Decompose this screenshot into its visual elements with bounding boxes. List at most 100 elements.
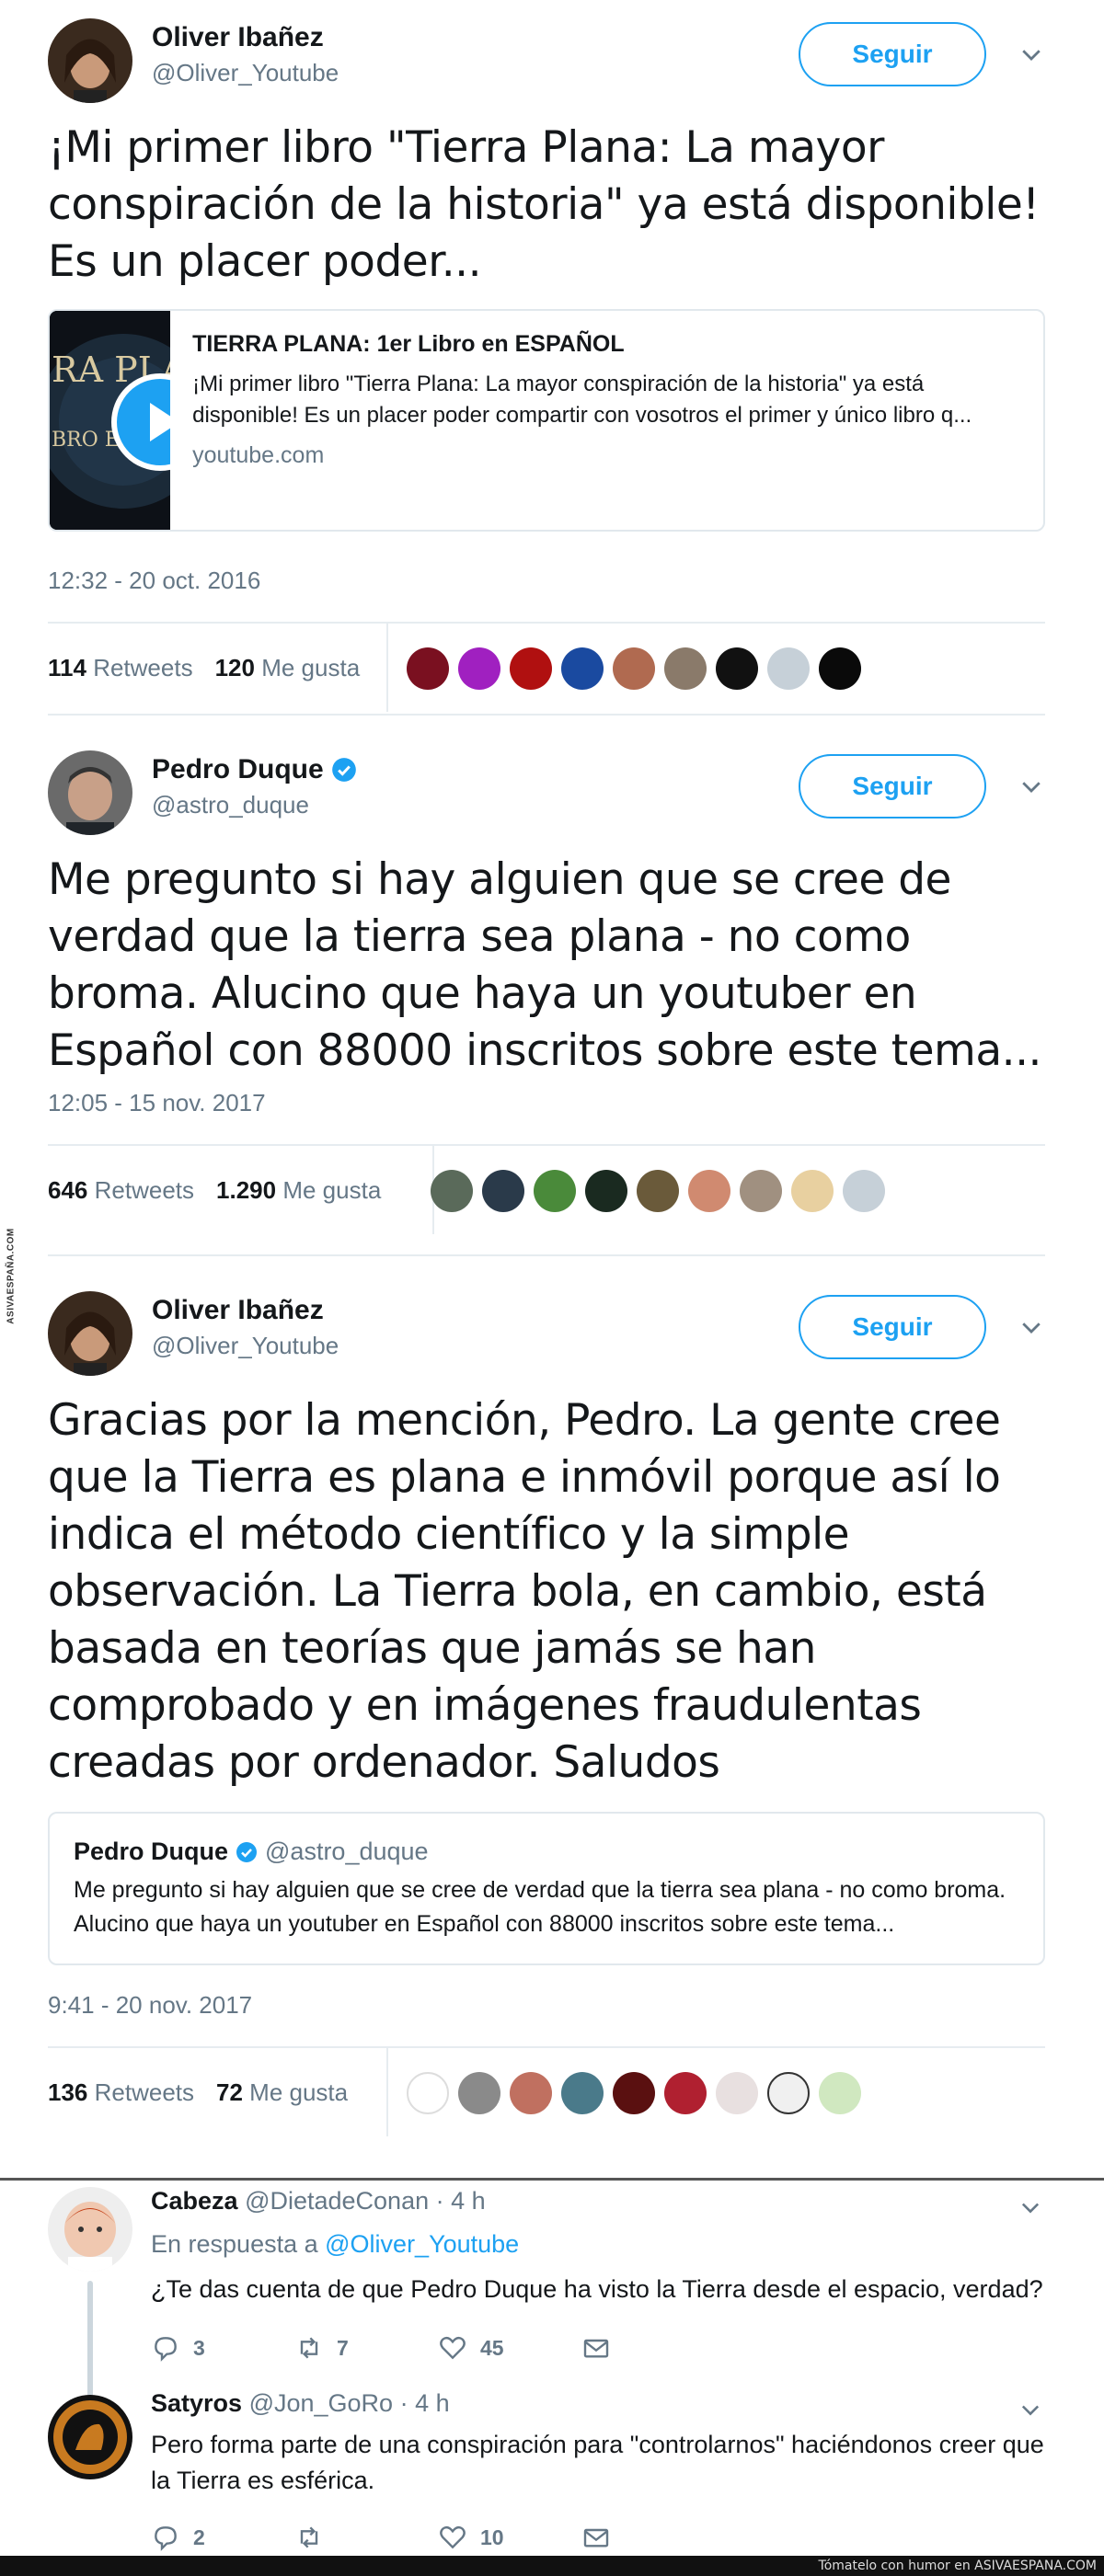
avatar[interactable] xyxy=(716,647,758,690)
avatar[interactable] xyxy=(767,647,810,690)
chevron-down-icon[interactable] xyxy=(1018,2397,1043,2422)
avatar[interactable] xyxy=(407,647,449,690)
retweet-icon xyxy=(300,2526,318,2548)
card-title: TIERRA PLANA: 1er Libro en ESPAÑOL xyxy=(192,331,625,357)
envelope-icon xyxy=(583,2339,609,2358)
avatar[interactable] xyxy=(819,647,861,690)
avatar[interactable] xyxy=(561,2072,604,2114)
avatar[interactable] xyxy=(585,1170,627,1212)
author-handle[interactable]: @astro_duque xyxy=(152,791,357,819)
avatar[interactable] xyxy=(688,1170,730,1212)
tweet-text: Me pregunto si hay alguien que se cree d… xyxy=(48,854,1041,1076)
reply-author-handle[interactable]: @Jon_GoRo xyxy=(249,2389,394,2417)
quoted-tweet[interactable]: Pedro Duque @astro_duque Me pregunto si … xyxy=(48,1812,1045,1965)
reply-author-handle[interactable]: @DietadeConan xyxy=(245,2187,429,2215)
retweet-button[interactable]: 7 xyxy=(294,2333,438,2363)
liker-avatars xyxy=(407,2072,861,2114)
chevron-down-icon[interactable] xyxy=(1018,40,1045,68)
like-count[interactable]: 1.290 Me gusta xyxy=(216,1176,381,1205)
avatar[interactable] xyxy=(843,1170,885,1212)
like-count[interactable]: 120 Me gusta xyxy=(215,654,361,682)
avatar[interactable] xyxy=(510,2072,552,2114)
avatar[interactable] xyxy=(664,647,707,690)
message-button[interactable] xyxy=(581,2333,725,2363)
author-name[interactable]: Pedro Duque xyxy=(152,754,357,785)
reply-author-name[interactable]: Cabeza xyxy=(151,2187,238,2215)
retweet-count[interactable]: 136 Retweets xyxy=(48,2078,194,2107)
chevron-down-icon[interactable] xyxy=(1018,773,1045,800)
retweet-count[interactable]: 646 Retweets xyxy=(48,1176,194,1205)
tweet-text: Gracias por la mención, Pedro. La gente … xyxy=(48,1395,1001,1788)
retweet-button[interactable] xyxy=(294,2523,438,2552)
like-button[interactable]: 10 xyxy=(438,2523,581,2552)
avatar[interactable] xyxy=(48,2187,132,2272)
avatar[interactable] xyxy=(791,1170,834,1212)
stats-row: 646 Retweets 1.290 Me gusta xyxy=(48,1146,1045,1234)
quote-author-handle: @astro_duque xyxy=(265,1838,429,1865)
reply-text: Pero forma parte de una conspiración par… xyxy=(151,2431,1044,2494)
avatar[interactable] xyxy=(561,647,604,690)
avatar[interactable] xyxy=(534,1170,576,1212)
reply-time[interactable]: · 4 h xyxy=(436,2187,486,2215)
author-handle[interactable]: @Oliver_Youtube xyxy=(152,1332,339,1360)
like-count[interactable]: 72 Me gusta xyxy=(216,2078,348,2107)
avatar[interactable] xyxy=(716,2072,758,2114)
reply-button[interactable]: 2 xyxy=(151,2523,294,2552)
avatar[interactable] xyxy=(48,750,132,835)
reply-button[interactable]: 3 xyxy=(151,2333,294,2363)
reply-text: ¿Te das cuenta de que Pedro Duque ha vis… xyxy=(151,2275,1043,2303)
avatar[interactable] xyxy=(48,2395,132,2479)
avatar[interactable] xyxy=(431,1170,473,1212)
chevron-down-icon[interactable] xyxy=(1018,2194,1043,2220)
avatar[interactable] xyxy=(740,1170,782,1212)
reply-icon xyxy=(155,2337,177,2362)
timestamp[interactable]: 12:05 - 15 nov. 2017 xyxy=(48,1089,1045,1124)
tweet-text: ¡Mi primer libro "Tierra Plana: La mayor… xyxy=(48,122,1040,287)
avatar[interactable] xyxy=(510,647,552,690)
link-card[interactable]: RA PLANA BRO EN E TIERRA PLANA: 1er Libr… xyxy=(48,309,1045,532)
reply-to-link[interactable]: @Oliver_Youtube xyxy=(325,2230,519,2258)
tweet-3: Oliver Ibañez @Oliver_Youtube Seguir Gra… xyxy=(48,1291,1045,2136)
avatar[interactable] xyxy=(458,647,500,690)
avatar[interactable] xyxy=(637,1170,679,1212)
action-bar: 3 7 45 xyxy=(151,2330,1045,2366)
card-domain: youtube.com xyxy=(192,442,325,468)
stats-row: 136 Retweets 72 Me gusta xyxy=(48,2048,1045,2136)
follow-button[interactable]: Seguir xyxy=(799,22,986,86)
video-thumbnail[interactable]: RA PLANA BRO EN E xyxy=(50,311,171,530)
heart-icon xyxy=(440,2525,466,2549)
chevron-down-icon[interactable] xyxy=(1018,1313,1045,1341)
author-name[interactable]: Oliver Ibañez xyxy=(152,1295,339,1326)
envelope-icon xyxy=(583,2528,609,2547)
author-name[interactable]: Oliver Ibañez xyxy=(152,22,339,53)
follow-button[interactable]: Seguir xyxy=(799,1295,986,1359)
card-description: ¡Mi primer libro "Tierra Plana: La mayor… xyxy=(192,372,972,428)
reply-time[interactable]: · 4 h xyxy=(400,2389,450,2417)
message-button[interactable] xyxy=(581,2523,725,2552)
timestamp[interactable]: 12:32 - 20 oct. 2016 xyxy=(48,567,1045,601)
avatar[interactable] xyxy=(48,1291,132,1376)
reply-author-name[interactable]: Satyros xyxy=(151,2389,242,2417)
divider xyxy=(0,2178,1104,2181)
play-icon[interactable] xyxy=(111,373,171,471)
avatar[interactable] xyxy=(664,2072,707,2114)
verified-badge-icon xyxy=(236,1841,258,1862)
timestamp[interactable]: 9:41 - 20 nov. 2017 xyxy=(48,1991,1045,2026)
retweet-count[interactable]: 114 Retweets xyxy=(48,654,193,682)
avatar[interactable] xyxy=(458,2072,500,2114)
like-button[interactable]: 45 xyxy=(438,2333,581,2363)
reply-context: En respuesta a @Oliver_Youtube xyxy=(151,2230,520,2258)
tweet-1: Oliver Ibañez @Oliver_Youtube Seguir ¡Mi… xyxy=(48,18,1045,712)
follow-button[interactable]: Seguir xyxy=(799,754,986,819)
avatar[interactable] xyxy=(819,2072,861,2114)
side-watermark: ASIVAESPAÑA.COM xyxy=(6,1228,17,1324)
avatar[interactable] xyxy=(613,647,655,690)
action-bar: 2 10 xyxy=(151,2519,1045,2556)
avatar[interactable] xyxy=(767,2072,810,2114)
author-handle[interactable]: @Oliver_Youtube xyxy=(152,59,339,87)
avatar[interactable] xyxy=(407,2072,449,2114)
avatar[interactable] xyxy=(482,1170,524,1212)
reply-icon xyxy=(155,2526,177,2551)
avatar[interactable] xyxy=(48,18,132,103)
avatar[interactable] xyxy=(613,2072,655,2114)
